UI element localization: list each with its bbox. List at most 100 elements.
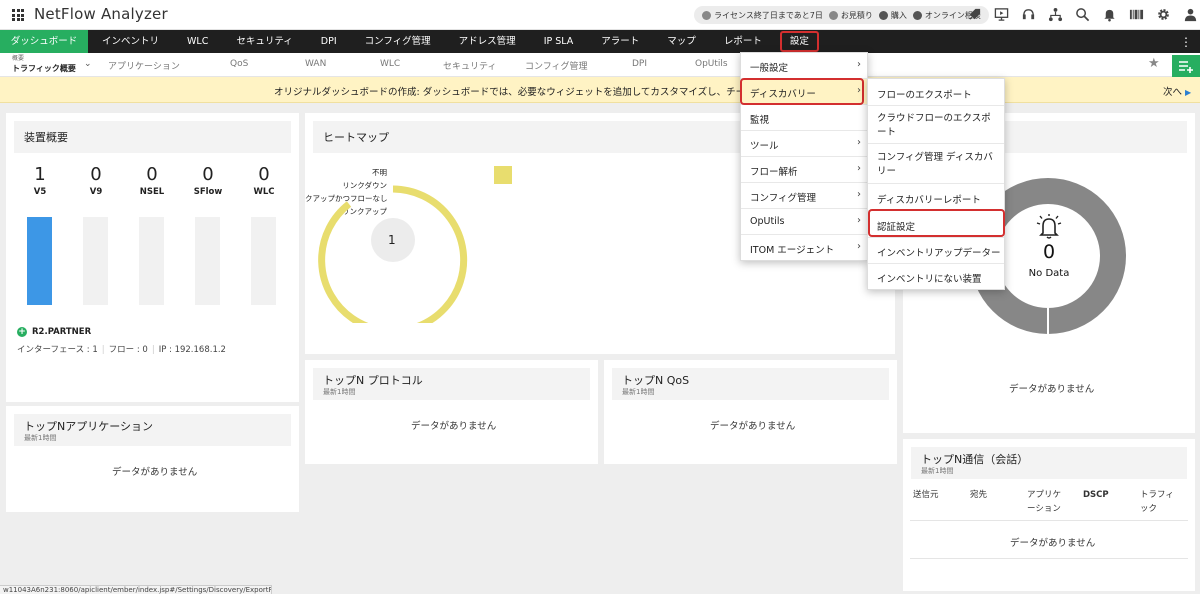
device-count-value: 0 bbox=[146, 164, 158, 185]
discovery-highlight bbox=[740, 78, 864, 105]
credential-settings-highlight bbox=[868, 209, 1005, 237]
column-destination[interactable]: 宛先 bbox=[970, 488, 987, 502]
chevron-right-icon: › bbox=[857, 137, 861, 148]
menu-item-label: 一般設定 bbox=[750, 63, 789, 74]
menu-item-general-settings[interactable]: 一般設定 › bbox=[741, 53, 867, 79]
tab-reports[interactable]: レポート bbox=[710, 30, 776, 53]
chevron-down-icon[interactable]: ⌄ bbox=[84, 59, 92, 69]
quote-pill[interactable]: お見積り bbox=[828, 10, 873, 21]
device-count-wlc[interactable]: 0 WLC bbox=[244, 165, 284, 198]
top-comm-title: トップN通信（会話） bbox=[921, 453, 1029, 466]
menu-item-config-management[interactable]: コンフィグ管理 › bbox=[741, 183, 867, 209]
bell-icon[interactable] bbox=[1101, 6, 1117, 22]
more-vertical-icon[interactable]: ⋮ bbox=[1180, 35, 1192, 49]
top-protocol-title: トップN プロトコル bbox=[323, 374, 423, 387]
app-grid-icon[interactable] bbox=[12, 9, 24, 21]
submenu-item-cloud-flow-export[interactable]: クラウドフローのエクスポート bbox=[868, 106, 1004, 144]
subnav-item-config[interactable]: コンフィグ管理 bbox=[525, 59, 588, 72]
tab-security[interactable]: セキュリティ bbox=[222, 30, 306, 53]
column-dscp[interactable]: DSCP bbox=[1083, 488, 1109, 502]
rocket-icon[interactable] bbox=[966, 6, 982, 22]
consult-icon bbox=[912, 10, 922, 20]
tab-wlc[interactable]: WLC bbox=[173, 30, 222, 53]
submenu-item-label: ディスカバリーレポート bbox=[877, 195, 981, 206]
app-header: NetFlow Analyzer ライセンス終了日まであと7日 お見積り 購入 … bbox=[0, 0, 1200, 30]
column-traffic[interactable]: トラフィック bbox=[1140, 488, 1176, 516]
top-qos-title: トップN QoS bbox=[622, 374, 690, 387]
device-count-nsel[interactable]: 0 NSEL bbox=[132, 164, 172, 198]
submenu-item-inventory-updater[interactable]: インベントリアップデーター bbox=[868, 238, 1004, 264]
table-divider bbox=[910, 558, 1188, 559]
add-widget-button[interactable] bbox=[1172, 55, 1200, 77]
subnav-item-wlc[interactable]: WLC bbox=[380, 59, 400, 69]
top-apps-panel: トップNアプリケーション 最新1時間 データがありません bbox=[6, 406, 299, 512]
network-icon[interactable] bbox=[1047, 6, 1063, 22]
device-overview-header: 装置概要 bbox=[14, 121, 291, 153]
user-avatar-icon[interactable] bbox=[1182, 6, 1198, 22]
banner-next-link[interactable]: 次へ ▶ bbox=[1163, 84, 1191, 98]
purchase-icon bbox=[878, 10, 888, 20]
top-qos-subtitle: 最新1時間 bbox=[622, 388, 655, 396]
device-count-sflow[interactable]: 0 SFlow bbox=[188, 165, 228, 198]
tab-ip-sla[interactable]: IP SLA bbox=[530, 30, 588, 53]
license-pill[interactable]: ライセンス終了日まであと7日 bbox=[702, 10, 823, 21]
device-count-v9[interactable]: 0 V9 bbox=[76, 164, 116, 198]
star-icon[interactable]: ★ bbox=[1148, 56, 1160, 71]
device-bar-wlc bbox=[251, 217, 276, 305]
heatmap-tile[interactable] bbox=[494, 166, 512, 184]
tab-inventory[interactable]: インベントリ bbox=[88, 30, 173, 53]
quote-label: お見積り bbox=[840, 10, 873, 20]
subnav-item-security[interactable]: セキュリティ bbox=[443, 59, 496, 72]
heatmap-ring[interactable] bbox=[305, 143, 505, 323]
device-count-value: 0 bbox=[90, 164, 102, 185]
device-partner[interactable]: + R2.PARTNER bbox=[17, 327, 91, 337]
subnav-item-applications[interactable]: アプリケーション bbox=[108, 59, 180, 72]
chevron-right-icon: › bbox=[857, 241, 861, 252]
search-icon[interactable] bbox=[1074, 6, 1090, 22]
tab-settings[interactable]: 設定 bbox=[776, 30, 823, 53]
device-count-value: 1 bbox=[34, 164, 46, 185]
tab-dashboard[interactable]: ダッシュボード bbox=[0, 30, 88, 53]
tab-address-management[interactable]: アドレス管理 bbox=[445, 30, 530, 53]
column-application[interactable]: アプリケーション bbox=[1027, 488, 1067, 516]
submenu-item-discovery-report[interactable]: ディスカバリーレポート bbox=[868, 184, 1004, 211]
tab-config-management[interactable]: コンフィグ管理 bbox=[351, 30, 445, 53]
top-protocol-header: トップN プロトコル 最新1時間 bbox=[313, 368, 590, 400]
banner-next-label: 次へ bbox=[1163, 87, 1183, 98]
subnav-item-qos[interactable]: QoS bbox=[230, 59, 248, 69]
menu-item-oputils[interactable]: OpUtils › bbox=[741, 209, 867, 235]
presentation-icon[interactable] bbox=[993, 6, 1009, 22]
menu-item-flow-analysis[interactable]: フロー解析 › bbox=[741, 157, 867, 183]
subnav-item-wan[interactable]: WAN bbox=[305, 59, 326, 69]
tab-alerts[interactable]: アラート bbox=[587, 30, 653, 53]
tab-dpi[interactable]: DPI bbox=[307, 30, 351, 53]
device-count-v5[interactable]: 1 V5 bbox=[20, 164, 60, 198]
table-divider bbox=[910, 520, 1188, 521]
subnav-item-oputils[interactable]: OpUtils bbox=[695, 59, 728, 69]
subnav-current[interactable]: 概要 トラフィック概要 bbox=[12, 55, 76, 74]
sub-nav: 概要 トラフィック概要 ⌄ アプリケーション QoS WAN WLC セキュリテ… bbox=[0, 53, 1200, 77]
submenu-item-unlisted-devices[interactable]: インベントリにない装置 bbox=[868, 264, 1004, 290]
menu-item-itom-agent[interactable]: ITOM エージェント › bbox=[741, 235, 867, 261]
menu-item-tools[interactable]: ツール › bbox=[741, 131, 867, 157]
device-bar-nsel bbox=[139, 217, 164, 305]
license-label: ライセンス終了日まであと7日 bbox=[714, 10, 823, 20]
menu-item-monitoring[interactable]: 監視 bbox=[741, 105, 867, 131]
triangle-right-icon: ▶ bbox=[1185, 88, 1192, 97]
main-nav: ダッシュボード インベントリ WLC セキュリティ DPI コンフィグ管理 アド… bbox=[0, 30, 1200, 53]
submenu-item-label: フローのエクスポート bbox=[877, 90, 972, 101]
purchase-pill[interactable]: 購入 bbox=[878, 10, 907, 21]
submenu-item-export-flow[interactable]: フローのエクスポート bbox=[868, 79, 1004, 106]
device-interface-count: インターフェース : 1 bbox=[17, 345, 98, 355]
column-source[interactable]: 送信元 bbox=[913, 488, 939, 502]
top-protocol-subtitle: 最新1時間 bbox=[323, 388, 356, 396]
menu-item-label: フロー解析 bbox=[750, 167, 798, 178]
tab-maps[interactable]: マップ bbox=[653, 30, 710, 53]
subnav-current-group: 概要 bbox=[12, 55, 25, 62]
submenu-item-config-discovery[interactable]: コンフィグ管理 ディスカバリー bbox=[868, 144, 1004, 184]
subnav-item-dpi[interactable]: DPI bbox=[632, 59, 647, 69]
gear-icon[interactable] bbox=[1155, 6, 1171, 22]
barcode-icon[interactable] bbox=[1128, 6, 1144, 22]
device-overview-panel: 装置概要 1 V5 0 V9 0 NSEL 0 SFlow 0 WLC + R2… bbox=[6, 113, 299, 402]
headset-icon[interactable] bbox=[1020, 6, 1036, 22]
